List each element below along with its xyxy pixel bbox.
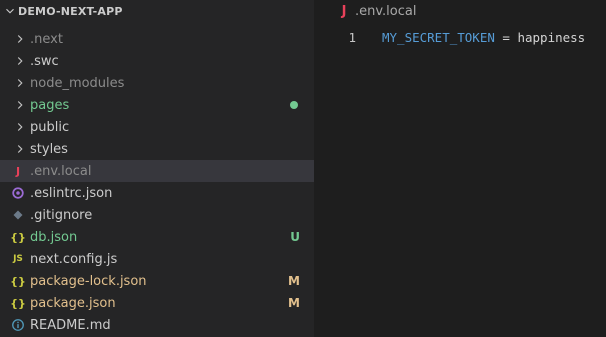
env-icon: J — [15, 164, 21, 178]
tree-item-label: .eslintrc.json — [30, 185, 113, 201]
js-icon: JS — [13, 254, 23, 264]
file-row[interactable]: {} package-lock.json M — [0, 270, 314, 292]
tree-item-label: README.md — [30, 317, 111, 333]
folder-row[interactable]: public — [0, 116, 314, 138]
git-status-badge: M — [288, 274, 300, 288]
chevron-right-icon[interactable] — [12, 75, 28, 91]
env-operator: = — [494, 30, 518, 45]
tree-item-label: public — [30, 119, 70, 135]
tree-item-label: .env.local — [30, 163, 92, 179]
breadcrumb[interactable]: J .env.local — [314, 0, 606, 22]
git-icon — [10, 207, 26, 223]
env-key: MY_SECRET_TOKEN — [382, 30, 495, 45]
json-icon: {} — [10, 296, 26, 310]
tree-item-label: package.json — [30, 295, 116, 311]
file-row[interactable]: J .env.local — [0, 160, 314, 182]
file-tree: .next .swc node_modulespages public styles J.… — [0, 28, 314, 336]
vscode-window: DEMO-NEXT-APP .next .swc node_modulespages… — [0, 0, 606, 337]
file-row[interactable]: README.md — [0, 314, 314, 336]
file-row[interactable]: .eslintrc.json — [0, 182, 314, 204]
tree-item-label: next.config.js — [30, 251, 118, 267]
code-line[interactable]: 1 MY_SECRET_TOKEN = happiness — [314, 28, 606, 47]
eslint-icon — [10, 185, 26, 201]
env-value: happiness — [517, 30, 586, 45]
file-row[interactable]: .gitignore — [0, 204, 314, 226]
chevron-right-icon[interactable] — [12, 141, 28, 157]
info-icon — [10, 317, 26, 333]
chevron-right-icon[interactable] — [12, 119, 28, 135]
file-row[interactable]: JS next.config.js — [0, 248, 314, 270]
explorer-sidebar: DEMO-NEXT-APP .next .swc node_modulespages… — [0, 0, 314, 337]
folder-row[interactable]: pages — [0, 94, 314, 116]
breadcrumb-file-label: .env.local — [355, 3, 417, 19]
chevron-down-icon — [6, 8, 14, 14]
folder-row[interactable]: styles — [0, 138, 314, 160]
tree-item-label: pages — [30, 97, 70, 113]
line-number: 1 — [348, 30, 356, 45]
explorer-section-header[interactable]: DEMO-NEXT-APP — [0, 0, 314, 22]
file-row[interactable]: {} package.json M — [0, 292, 314, 314]
chevron-right-icon[interactable] — [12, 53, 28, 69]
tree-item-label: .gitignore — [30, 207, 93, 223]
file-row[interactable]: {} db.json U — [0, 226, 314, 248]
modified-dot-icon — [290, 101, 298, 109]
explorer-title: DEMO-NEXT-APP — [18, 4, 123, 18]
tree-item-label: styles — [30, 141, 68, 157]
chevron-right-icon[interactable] — [12, 97, 28, 113]
tree-item-label: .swc — [30, 53, 59, 69]
tree-item-label: node_modules — [30, 75, 125, 91]
editor-pane[interactable]: J .env.local 1 MY_SECRET_TOKEN = happine… — [314, 0, 606, 337]
env-icon: J — [341, 3, 347, 19]
tree-item-label: db.json — [30, 229, 78, 245]
git-status-badge: U — [290, 230, 300, 244]
tree-item-label: package-lock.json — [30, 273, 147, 289]
folder-row[interactable]: node_modules — [0, 72, 314, 94]
json-icon: {} — [10, 230, 26, 244]
chevron-right-icon[interactable] — [12, 31, 28, 47]
git-status-badge: M — [288, 296, 300, 310]
json-icon: {} — [10, 274, 26, 288]
tree-item-label: .next — [30, 31, 63, 47]
folder-row[interactable]: .next — [0, 28, 314, 50]
folder-row[interactable]: .swc — [0, 50, 314, 72]
